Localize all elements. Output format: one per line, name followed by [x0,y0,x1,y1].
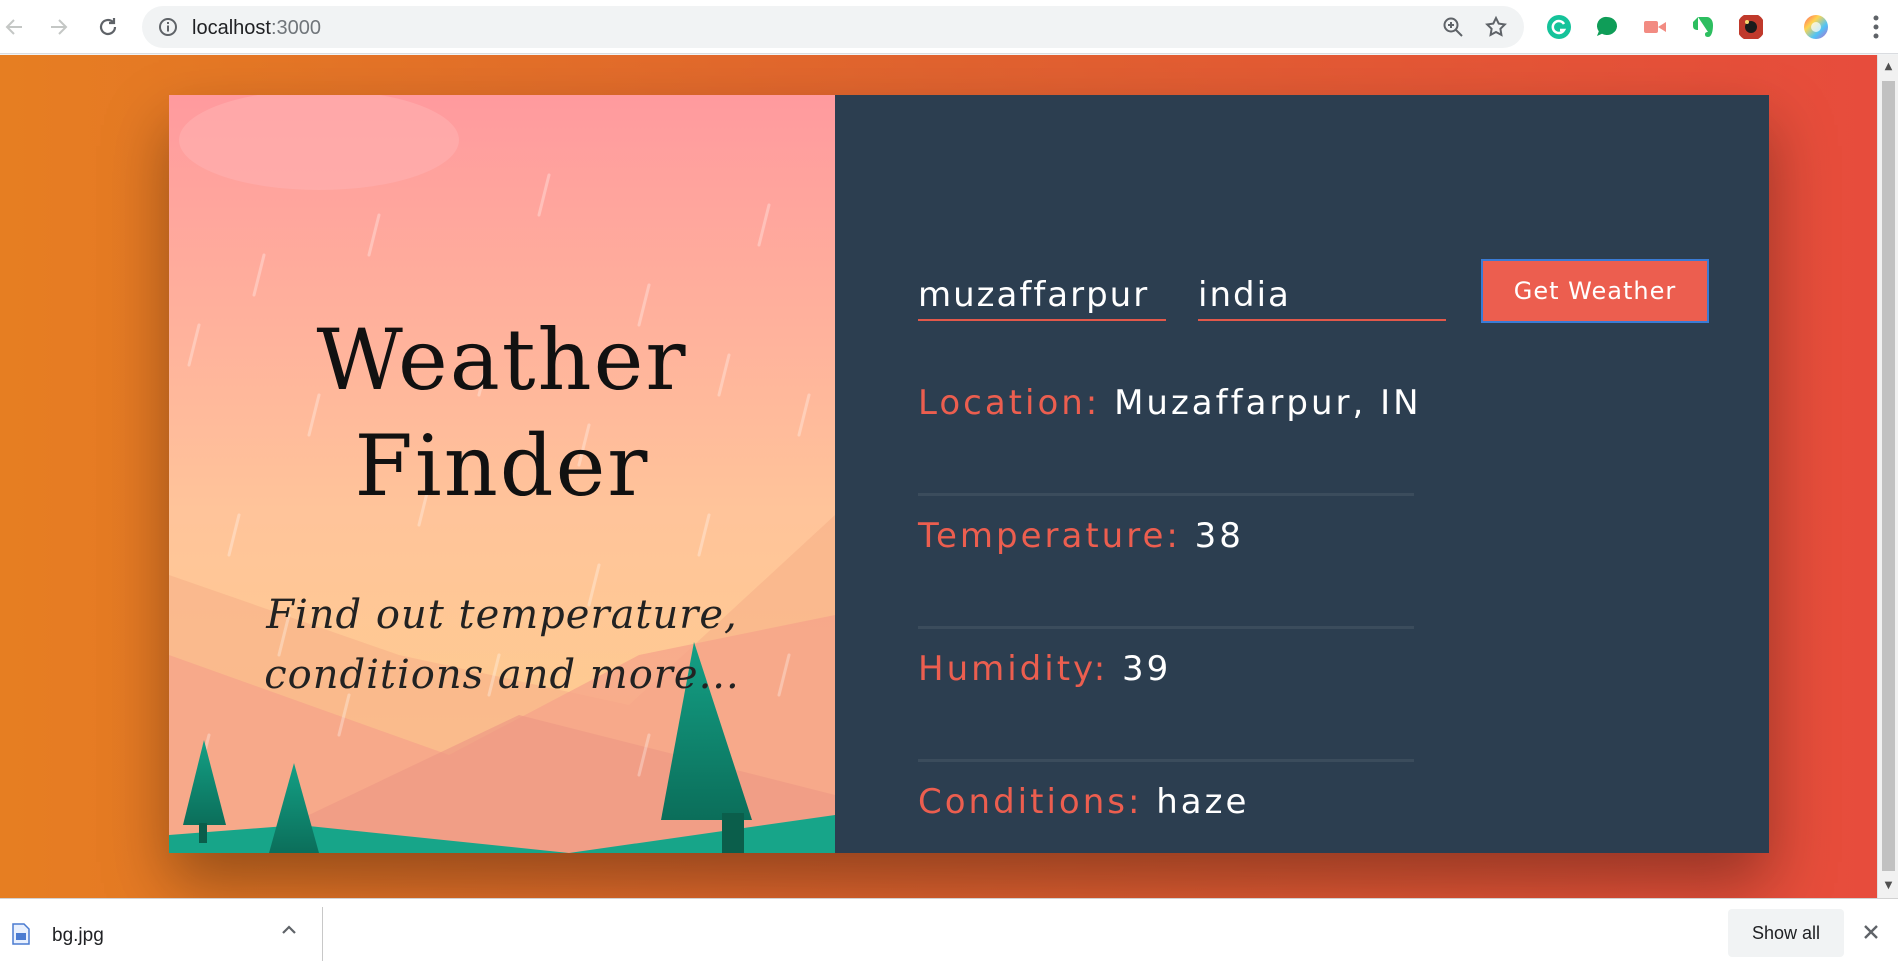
site-info-icon[interactable] [158,17,178,37]
weather-card: Weather Finder Find out temperature, con… [169,95,1769,853]
result-conditions: Conditions: haze [918,762,1414,895]
country-input[interactable] [1198,273,1446,317]
web-extension-icon[interactable] [1737,13,1765,41]
city-field [918,273,1166,321]
result-label: Temperature: [918,516,1181,556]
forward-arrow-icon[interactable] [45,13,73,41]
scroll-up-icon[interactable]: ▲ [1882,61,1895,73]
download-file-name[interactable]: bg.jpg [52,925,104,947]
show-all-button[interactable]: Show all [1728,909,1844,957]
get-weather-button[interactable]: Get Weather [1481,259,1709,323]
screencast-extension-icon[interactable] [1641,13,1669,41]
address-bar[interactable]: localhost:3000 [142,6,1524,48]
download-shelf: bg.jpg Show all [0,898,1898,969]
result-value: 39 [1121,649,1172,689]
image-file-icon [12,923,30,945]
result-value: Muzaffarpur, IN [1114,383,1422,423]
vertical-scrollbar[interactable]: ▲ ▼ [1877,55,1898,898]
app-subtitle: Find out temperature, conditions and mor… [264,592,740,698]
result-temperature: Temperature: 38 [918,496,1414,629]
result-label: Location: [918,383,1101,423]
shelf-divider [322,907,323,961]
browser-toolbar: localhost:3000 [0,0,1898,54]
back-arrow-icon[interactable] [0,13,28,41]
hero-panel: Weather Finder Find out temperature, con… [169,95,835,853]
evernote-icon[interactable] [1689,13,1717,41]
result-location: Location: Muzaffarpur, IN [918,363,1419,496]
reload-icon[interactable] [94,13,122,41]
result-label: Humidity: [918,649,1109,689]
color-picker-icon[interactable] [1802,13,1830,41]
url-text: localhost:3000 [192,17,321,39]
chevron-up-icon[interactable] [280,921,298,939]
scrollbar-thumb[interactable] [1882,81,1895,871]
chat-extension-icon[interactable] [1593,13,1621,41]
page-viewport: Weather Finder Find out temperature, con… [0,55,1877,898]
scroll-down-icon[interactable]: ▼ [1882,880,1895,892]
close-icon[interactable] [1860,921,1882,943]
bookmark-star-icon[interactable] [1484,15,1508,39]
country-field [1198,273,1446,321]
zoom-icon[interactable] [1442,16,1464,38]
grammarly-icon[interactable] [1545,13,1573,41]
app-title: Weather Finder [316,311,688,515]
browser-menu-icon[interactable] [1872,14,1880,40]
result-value: 38 [1194,516,1244,556]
weather-panel: Get Weather Location: Muzaffarpur, IN Te… [835,95,1769,853]
result-value: haze [1156,782,1250,822]
city-input[interactable] [918,273,1166,317]
result-label: Conditions: [918,782,1143,822]
result-humidity: Humidity: 39 [918,629,1414,762]
